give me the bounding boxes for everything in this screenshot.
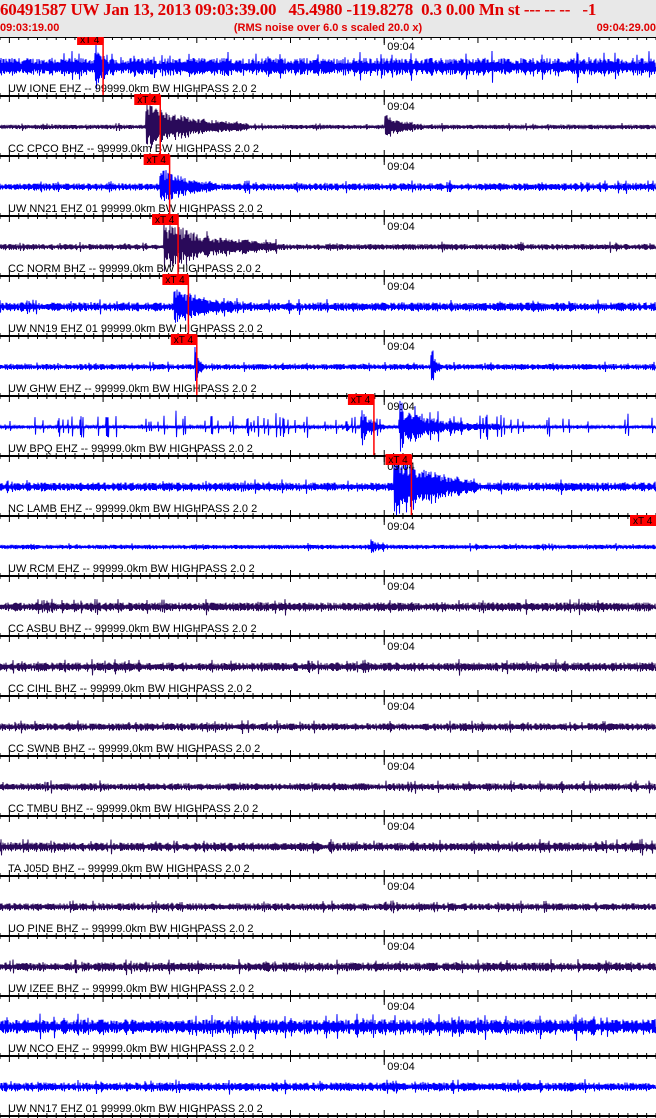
- station-label: NC LAMB EHZ -- 99999.0km BW HIGHPASS 2.0…: [8, 503, 257, 515]
- minute-label: 09:04: [387, 401, 415, 413]
- waveform: [0, 346, 656, 382]
- trace-3: 09:04 CC NORM BHZ -- 99999.0km BW HIGHPAS…: [0, 214, 656, 282]
- station-label: UW BPQ EHZ -- 99999.0km BW HIGHPASS 2.0 …: [8, 443, 253, 455]
- trace-0: 09:04 UW IONE EHZ -- 99999.0km BW HIGHPAS…: [0, 37, 656, 102]
- event-title: 60491587 UW Jan 13, 2013 09:03:39.00 45.…: [0, 0, 597, 19]
- minute-label: 09:04: [387, 1061, 415, 1073]
- station-label: CC NORM BHZ -- 99999.0km BW HIGHPASS 2.0…: [8, 263, 261, 275]
- pick-label: xT 4: [155, 215, 175, 226]
- station-label: CC ASBU BHZ -- 99999.0km BW HIGHPASS 2.0…: [8, 623, 257, 635]
- trace-2: 09:04 UW NN21 EHZ 01 99999.0km BW HIGHPAS…: [0, 154, 656, 222]
- waveform: [0, 959, 656, 976]
- minute-label: 09:04: [387, 41, 415, 53]
- trace-14: 09:04 UO PINE BHZ -- 99999.0km BW HIGHPAS…: [0, 877, 656, 942]
- pick-label: xT 4: [633, 516, 653, 527]
- pick-label: xT 4: [351, 395, 371, 406]
- station-label: CC TMBU BHZ -- 99999.0km BW HIGHPASS 2.0…: [8, 803, 258, 815]
- waveform: [0, 1079, 656, 1095]
- trace-17: 09:04 UW NN17 EHZ 01 99999.0km BW HIGHPAS…: [0, 1057, 656, 1118]
- station-label: UW NN17 EHZ 01 99999.0km BW HIGHPASS 2.0…: [8, 1103, 263, 1115]
- pick-label: xT 4: [147, 155, 167, 166]
- waveform: [0, 900, 656, 914]
- minute-label: 09:04: [387, 581, 415, 593]
- station-label: UW IZEE BHZ -- 99999.0km BW HIGHPASS 2.0…: [8, 983, 254, 995]
- waveform: [0, 659, 656, 676]
- station-label: UW NN21 EHZ 01 99999.0km BW HIGHPASS 2.0…: [8, 203, 263, 215]
- station-label: CC SWNB BHZ -- 99999.0km BW HIGHPASS 2.0…: [8, 743, 260, 755]
- header-bar: 60491587 UW Jan 13, 2013 09:03:39.00 45.…: [0, 0, 656, 37]
- waveform: [0, 598, 656, 616]
- minute-label: 09:04: [387, 281, 415, 293]
- station-label: CC CPCO BHZ -- 99999.0km BW HIGHPASS 2.0…: [8, 143, 259, 155]
- pick-label: xT 4: [80, 37, 100, 46]
- waveform: [0, 289, 656, 323]
- trace-8: 09:04 UW RCM EHZ -- 99999.0km BW HIGHPASS…: [0, 515, 656, 582]
- waveform: [0, 539, 656, 553]
- minute-label: 09:04: [387, 221, 415, 233]
- trace-11: 09:04 CC SWNB BHZ -- 99999.0km BW HIGHPAS…: [0, 697, 656, 762]
- trace-10: 09:04 CC CIHL BHZ -- 99999.0km BW HIGHPAS…: [0, 637, 656, 702]
- minute-label: 09:04: [387, 1001, 415, 1013]
- station-label: UW IONE EHZ -- 99999.0km BW HIGHPASS 2.0…: [8, 83, 257, 95]
- waveform: [0, 170, 656, 202]
- minute-label: 09:04: [387, 341, 415, 353]
- trace-16: 09:04 UW NCO EHZ -- 99999.0km BW HIGHPASS…: [0, 997, 656, 1062]
- minute-label: 09:04: [387, 641, 415, 653]
- pick-label: xT 4: [174, 335, 194, 346]
- waveform: [0, 103, 656, 149]
- pick-label: xT 4: [137, 95, 157, 106]
- waveform: [0, 838, 656, 856]
- station-label: UW NCO EHZ -- 99999.0km BW HIGHPASS 2.0 …: [8, 1043, 254, 1055]
- minute-label: 09:04: [387, 101, 415, 113]
- end-time: 09:04:29.00: [596, 22, 656, 34]
- trace-4: 09:04 UW NN19 EHZ 01 99999.0km BW HIGHPAS…: [0, 274, 656, 342]
- minute-label: 09:04: [387, 701, 415, 713]
- trace-6: 09:04 UW BPQ EHZ -- 99999.0km BW HIGHPASS…: [0, 394, 656, 462]
- station-label: UO PINE BHZ -- 99999.0km BW HIGHPASS 2.0…: [8, 923, 254, 935]
- station-label: TA J05D BHZ -- 99999.0km BW HIGHPASS 2.0…: [8, 863, 250, 875]
- trace-9: 09:04 CC ASBU BHZ -- 99999.0km BW HIGHPAS…: [0, 577, 656, 642]
- minute-label: 09:04: [387, 761, 415, 773]
- minute-label: 09:04: [387, 821, 415, 833]
- station-label: CC CIHL BHZ -- 99999.0km BW HIGHPASS 2.0…: [8, 683, 252, 695]
- trace-5: 09:04 UW GHW EHZ -- 99999.0km BW HIGHPASS…: [0, 334, 656, 402]
- waveform: [0, 1013, 656, 1041]
- minute-label: 09:04: [387, 881, 415, 893]
- station-label: UW GHW EHZ -- 99999.0km BW HIGHPASS 2.0 …: [8, 383, 257, 395]
- rms-note: (RMS noise over 6.0 s scaled 20.0 x): [233, 22, 423, 34]
- waveform: [0, 780, 656, 794]
- seismogram-panel: 09:04 UW IONE EHZ -- 99999.0km BW HIGHPAS…: [0, 37, 656, 1118]
- minute-label: 09:04: [387, 521, 415, 533]
- trace-1: 09:04 CC CPCO BHZ -- 99999.0km BW HIGHPAS…: [0, 94, 656, 162]
- pick-label: xT 4: [165, 275, 185, 286]
- waveform: [0, 720, 656, 735]
- minute-label: 09:04: [387, 941, 415, 953]
- trace-15: 09:04 UW IZEE BHZ -- 99999.0km BW HIGHPAS…: [0, 937, 656, 1002]
- trace-12: 09:04 CC TMBU BHZ -- 99999.0km BW HIGHPAS…: [0, 757, 656, 822]
- station-label: UW RCM EHZ -- 99999.0km BW HIGHPASS 2.0 …: [8, 563, 255, 575]
- minute-label: 09:04: [387, 161, 415, 173]
- trace-7: 09:04NC LAMB EHZ -- 99999.0km BW HIGHPAS…: [0, 454, 656, 522]
- trace-13: 09:04 TA J05D BHZ -- 99999.0km BW HIGHPAS…: [0, 817, 656, 882]
- pick-label: xT 4: [388, 455, 408, 466]
- station-label: UW NN19 EHZ 01 99999.0km BW HIGHPASS 2.0…: [8, 323, 263, 335]
